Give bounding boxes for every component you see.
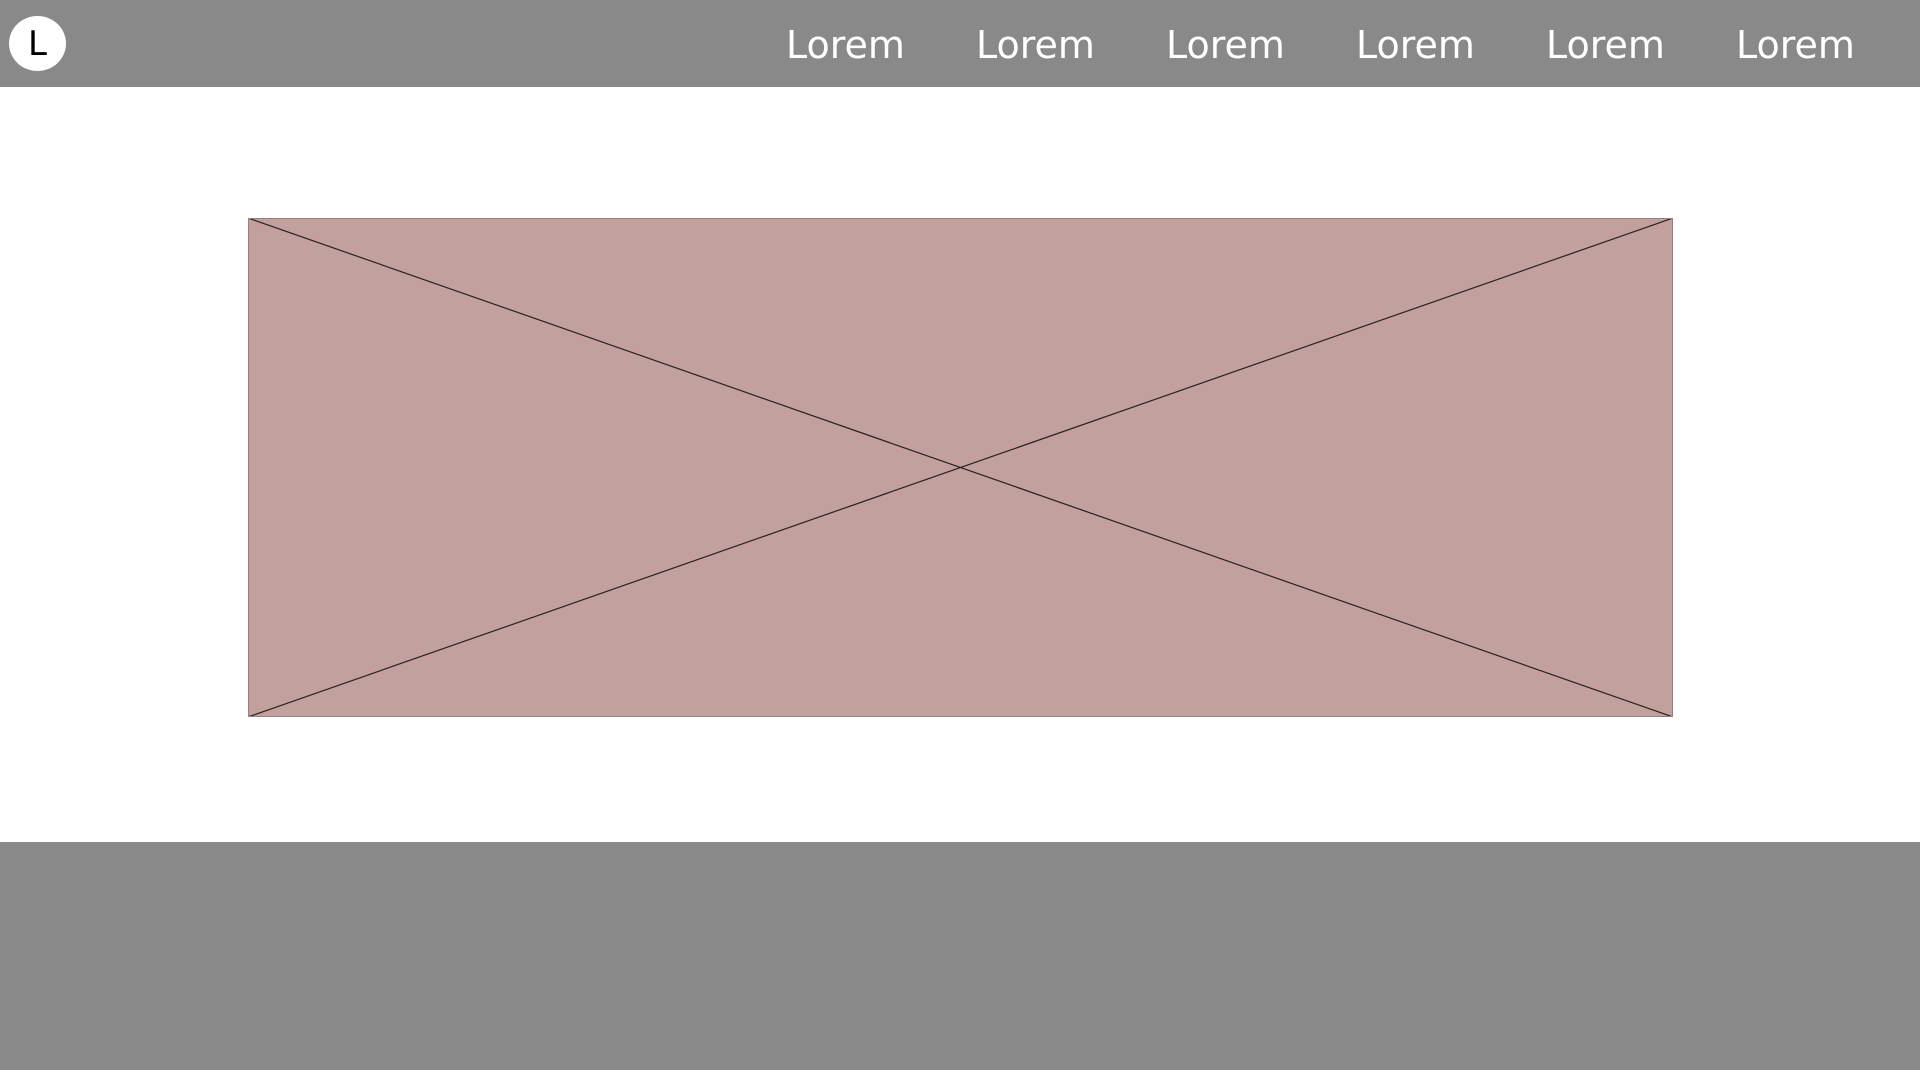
nav-item-5[interactable]: Lorem xyxy=(1546,22,1665,68)
image-placeholder-icon xyxy=(248,218,1673,717)
nav-item-4[interactable]: Lorem xyxy=(1356,22,1475,68)
site-header: L Lorem Lorem Lorem Lorem Lorem Lorem xyxy=(0,0,1920,87)
nav-item-2[interactable]: Lorem xyxy=(976,22,1095,68)
main-nav: Lorem Lorem Lorem Lorem Lorem Lorem xyxy=(0,0,1920,87)
hero-image-placeholder xyxy=(248,218,1673,717)
nav-item-6[interactable]: Lorem xyxy=(1736,22,1855,68)
nav-item-3[interactable]: Lorem xyxy=(1166,22,1285,68)
site-footer xyxy=(0,842,1920,1070)
nav-item-1[interactable]: Lorem xyxy=(786,22,905,68)
